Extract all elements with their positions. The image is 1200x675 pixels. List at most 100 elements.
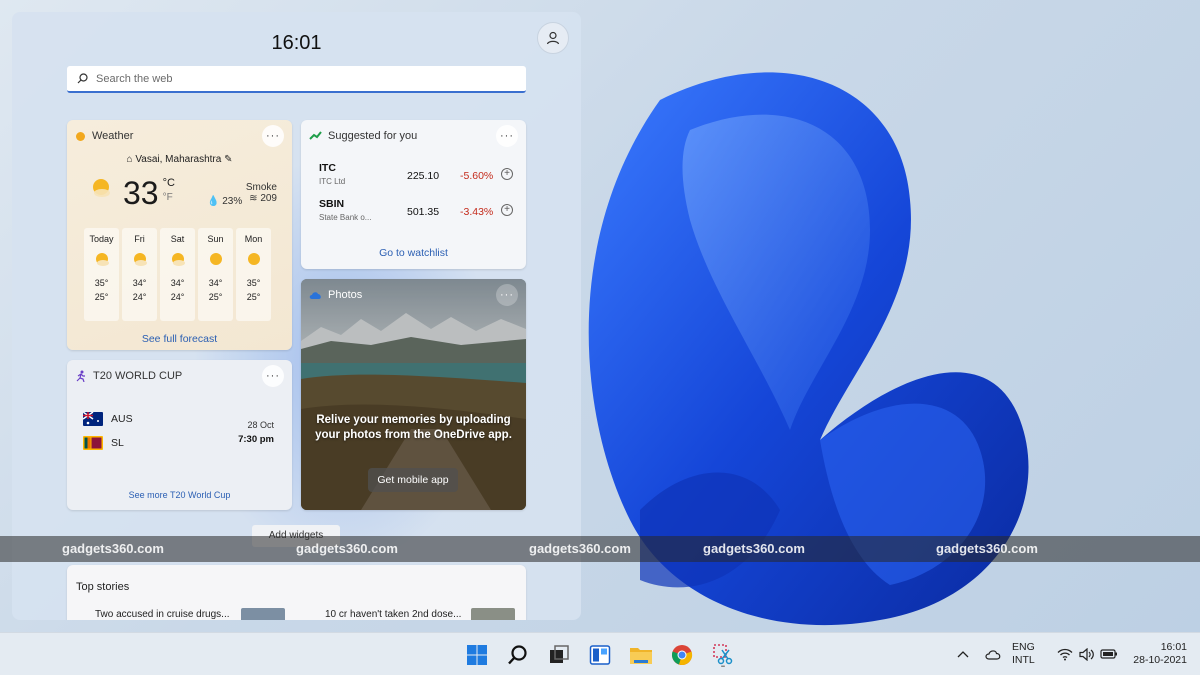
suggested-stocks-widget[interactable]: Suggested for you ··· ITC ITC Ltd 225.10… [301,120,526,269]
aqi-value: 209 [260,193,277,204]
partly-sunny-icon [171,253,185,266]
input-language-button[interactable]: ENG INTL [1012,641,1035,667]
story-thumbnail[interactable] [471,608,515,620]
keyboard-layout: INTL [1012,654,1035,666]
weather-location-text: Vasai, Maharashtra [135,154,222,165]
add-to-watchlist-icon[interactable]: + [501,168,513,180]
search-input[interactable] [96,72,496,85]
weather-location[interactable]: ⌂ Vasai, Maharashtra ✎ [67,154,292,165]
weather-air-quality: Smoke ≋ 209 [241,182,277,204]
wifi-tray-button[interactable] [1056,645,1074,663]
stock-name: ITC Ltd [319,177,346,186]
aqi-icon: ≋ [249,193,258,204]
forecast-day-label: Sat [170,234,185,244]
forecast-day[interactable]: Today 35° 25° [84,228,119,321]
stocks-more-button[interactable]: ··· [496,125,518,147]
start-button[interactable] [464,642,490,668]
humidity-value: 23% [222,196,243,207]
chrome-icon [671,645,693,666]
get-mobile-app-button[interactable]: Get mobile app [368,468,458,492]
story-headline[interactable]: 10 cr haven't taken 2nd dose... [325,609,461,620]
stock-row[interactable]: ITC ITC Ltd 225.10 -5.60% + [319,162,515,192]
story-thumbnail[interactable] [241,608,285,620]
stock-change: -3.43% [460,206,494,218]
weather-title: Weather [92,130,134,142]
droplet-icon: 💧 [207,196,220,207]
team-name: SL [111,437,124,449]
unit-fahrenheit[interactable]: °F [163,192,173,203]
widgets-icon [589,645,611,665]
photos-more-button[interactable]: ··· [496,284,518,306]
go-to-watchlist-link[interactable]: Go to watchlist [301,247,526,259]
weather-sun-icon [76,131,85,141]
stock-price: 225.10 [407,170,440,182]
team-row[interactable]: AUS [83,412,133,426]
task-view-button[interactable] [546,642,572,668]
stock-symbol: ITC [319,162,336,174]
photos-title: Photos [328,289,363,301]
forecast-high: 34° [208,278,223,288]
web-search-box[interactable] [67,66,526,93]
panel-clock: 16:01 [271,32,322,54]
watermark-text: gadgets360.com [296,541,398,556]
file-explorer-icon [630,648,652,664]
stock-row[interactable]: SBIN State Bank o... 501.35 -3.43% + [319,198,515,228]
add-to-watchlist-icon[interactable]: + [501,204,513,216]
taskbar: ENG INTL 16:01 28-10-2021 [0,632,1200,675]
battery-tray-button[interactable] [1100,645,1118,663]
see-more-t20-link[interactable]: See more T20 World Cup [67,490,292,500]
stock-symbol: SBIN [319,198,345,210]
forecast-day[interactable]: Fri 34° 24° [122,228,157,321]
person-icon [546,31,560,45]
forecast-day[interactable]: Sun 34° 25° [198,228,233,321]
chrome-button[interactable] [669,642,695,668]
forecast-day[interactable]: Mon 35° 25° [236,228,271,321]
taskbar-clock[interactable]: 16:01 28-10-2021 [1131,641,1187,667]
taskbar-search-button[interactable] [505,642,531,668]
watermark-text: gadgets360.com [529,541,631,556]
story-headline[interactable]: Two accused in cruise drugs... [95,609,230,620]
photos-widget[interactable]: Photos ··· Relive your memories by uploa… [301,279,526,510]
widgets-button[interactable] [587,642,613,668]
onedrive-cloud-icon [985,649,1001,660]
forecast-day[interactable]: Sat 34° 24° [160,228,195,321]
forecast-day-label: Mon [244,234,263,244]
partly-sunny-icon [95,253,109,266]
partly-sunny-icon [133,253,147,266]
forecast-low: 24° [170,292,185,302]
weather-widget[interactable]: Weather ··· ⌂ Vasai, Maharashtra ✎ 33 °C… [67,120,292,350]
t20-more-button[interactable]: ··· [262,365,284,387]
see-full-forecast-link[interactable]: See full forecast [67,333,292,345]
onedrive-cloud-icon [309,291,321,299]
forecast-high: 34° [170,278,185,288]
weather-current: 33 °C °F [89,176,175,210]
snipping-tool-button[interactable] [710,642,736,668]
forecast-low: 25° [246,292,261,302]
edit-pencil-icon[interactable]: ✎ [224,154,232,165]
search-icon [508,645,527,665]
t20-world-cup-widget[interactable]: T20 WORLD CUP ··· AUS SL 28 Oct 7:30 pm [67,360,292,510]
watermark-text: gadgets360.com [62,541,164,556]
weather-humidity: 💧 23% [207,196,242,207]
match-time: 7:30 pm [238,434,274,445]
team-row[interactable]: SL [83,436,124,450]
top-stories-widget[interactable]: Top stories Two accused in cruise drugs.… [67,565,526,620]
show-hidden-icons-button[interactable] [954,645,972,663]
stock-price: 501.35 [407,206,440,218]
forecast-day-label: Today [89,234,114,244]
weather-more-button[interactable]: ··· [262,125,284,147]
unit-celsius[interactable]: °C [163,177,175,189]
forecast-high: 35° [246,278,261,288]
onedrive-tray-button[interactable] [984,645,1002,663]
weather-units[interactable]: °C °F [163,176,175,205]
profile-avatar-button[interactable] [537,22,569,54]
battery-icon [1100,649,1117,659]
file-explorer-button[interactable] [628,642,654,668]
forecast-day-label: Sun [207,234,224,244]
team-name: AUS [111,413,133,425]
stocks-trend-icon [309,131,322,140]
sports-runner-icon [76,370,85,382]
volume-tray-button[interactable] [1078,645,1096,663]
wifi-icon [1057,648,1073,660]
forecast-low: 25° [208,292,223,302]
